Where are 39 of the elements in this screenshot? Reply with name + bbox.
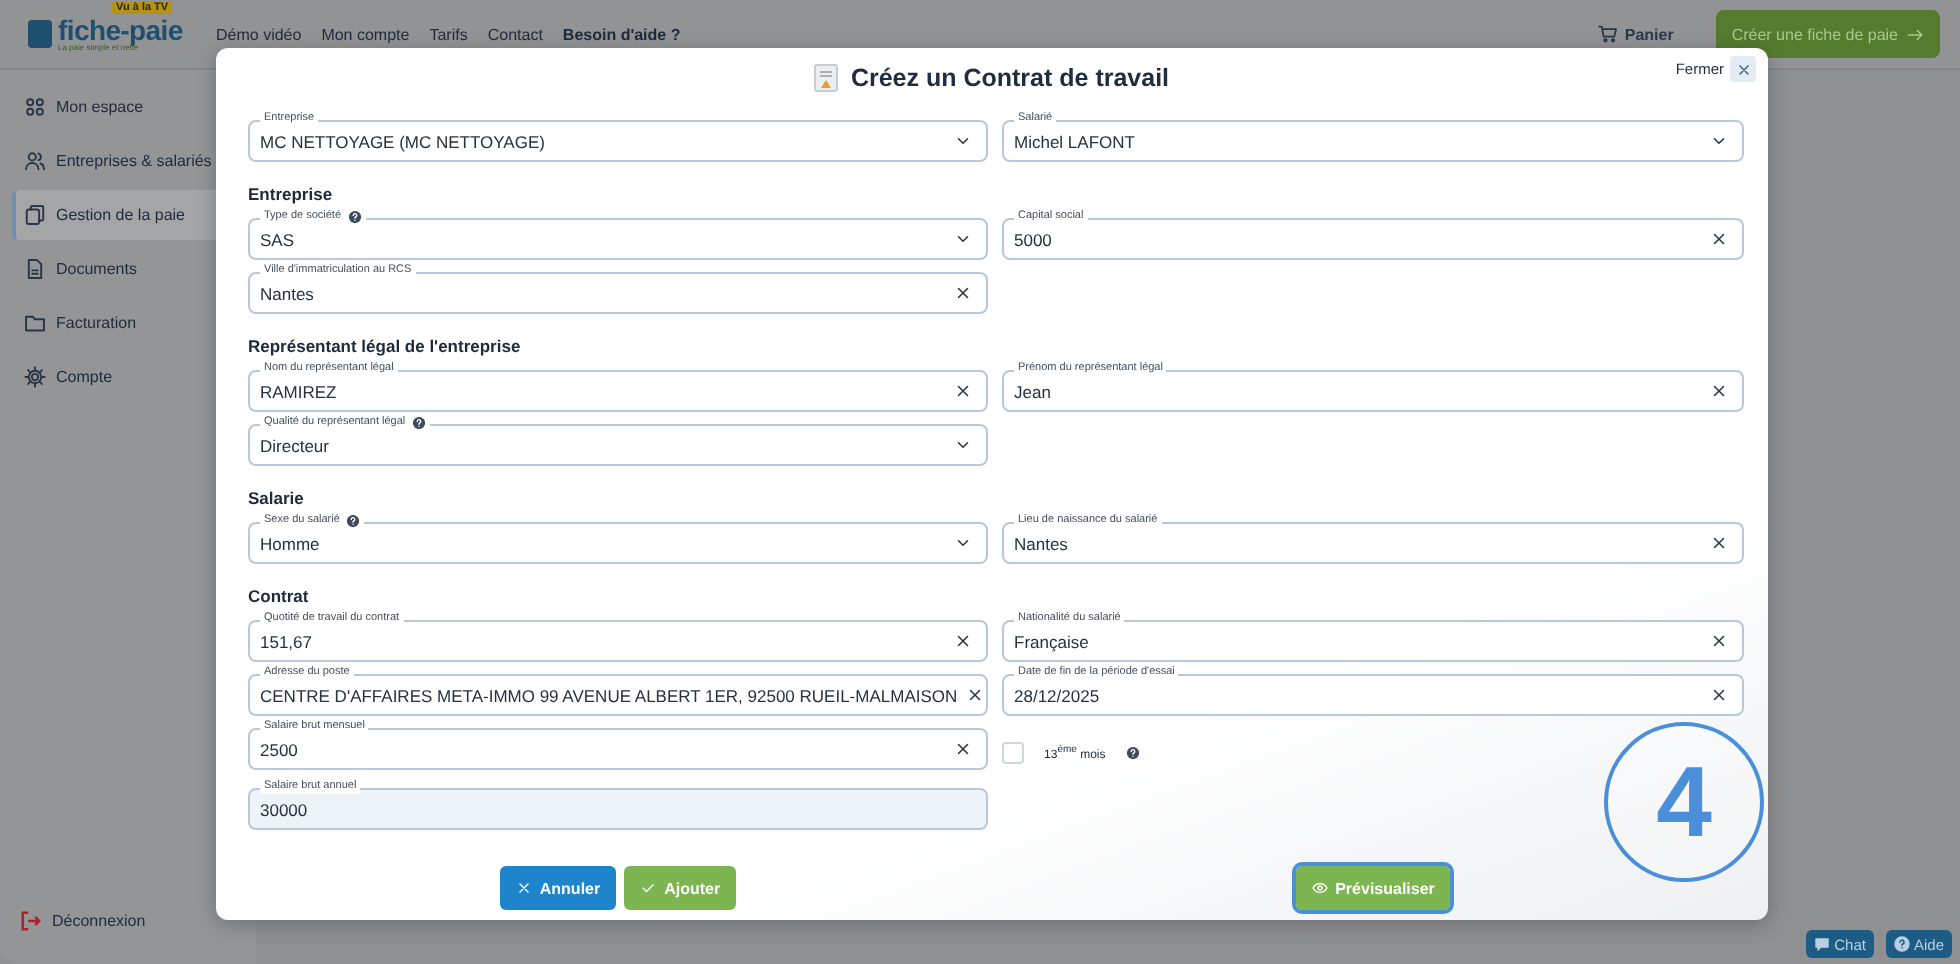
cancel-button[interactable]: Annuler	[499, 866, 617, 910]
sidebar-item[interactable]: Entreprises & salariés	[12, 136, 244, 186]
text-field[interactable]: 5000	[1002, 218, 1744, 260]
nav-link[interactable]: Mon compte	[321, 25, 410, 43]
sidebar-item[interactable]: Compte	[12, 352, 244, 402]
section-heading: Représentant légal de l'entreprise	[248, 336, 523, 356]
create-payslip-button[interactable]: Créer une fiche de paie	[1715, 10, 1940, 58]
text-field[interactable]: 151,67	[248, 620, 988, 662]
select-field[interactable]: Michel LAFONT	[1002, 120, 1744, 162]
sidebar-item[interactable]: Facturation	[12, 298, 244, 348]
dialog-title: Créez un Contrat de travail	[850, 64, 1170, 92]
section-heading: Entreprise	[248, 184, 335, 204]
sidebar-item[interactable]: Mon espace	[12, 82, 244, 132]
text-field[interactable]: Française	[1002, 620, 1744, 662]
text-field[interactable]: CENTRE D'AFFAIRES META-IMMO 99 AVENUE ALBERT 1ER, 92500 RUEIL-MALMAISON	[248, 674, 988, 716]
nav-link[interactable]: Tarifs	[429, 25, 468, 43]
cart-link[interactable]: Panier	[1624, 25, 1674, 43]
text-field[interactable]: 30000	[248, 788, 988, 830]
nav-link[interactable]: Besoin d'aide ?	[562, 25, 681, 43]
select-field[interactable]: Directeur	[248, 424, 988, 466]
step-number-badge: 4	[1604, 722, 1764, 882]
select-field[interactable]: SAS	[248, 218, 988, 260]
sidebar-item[interactable]: Documents	[12, 244, 244, 294]
section-heading: Contrat	[248, 586, 311, 606]
nav-link[interactable]: Contact	[487, 25, 543, 43]
select-field[interactable]: Homme	[248, 522, 988, 564]
text-field[interactable]: Nantes	[1002, 522, 1744, 564]
text-field[interactable]: RAMIREZ	[248, 370, 988, 412]
text-field[interactable]: 28/12/2025	[1002, 674, 1744, 716]
text-field[interactable]: Nantes	[248, 272, 988, 314]
add-button[interactable]: Ajouter	[624, 866, 737, 910]
logout-link[interactable]: Déconnexion	[52, 912, 146, 930]
select-field[interactable]: MC NETTOYAGE (MC NETTOYAGE)	[248, 120, 988, 162]
text-field[interactable]: 2500	[248, 728, 988, 770]
section-heading: Salarie	[248, 488, 306, 508]
text-field[interactable]: Jean	[1002, 370, 1744, 412]
logo-text[interactable]: fiche-paie	[58, 16, 183, 44]
preview-button[interactable]: Prévisualiser	[1295, 866, 1451, 910]
nav-link[interactable]: Démo vidéo	[216, 25, 302, 43]
